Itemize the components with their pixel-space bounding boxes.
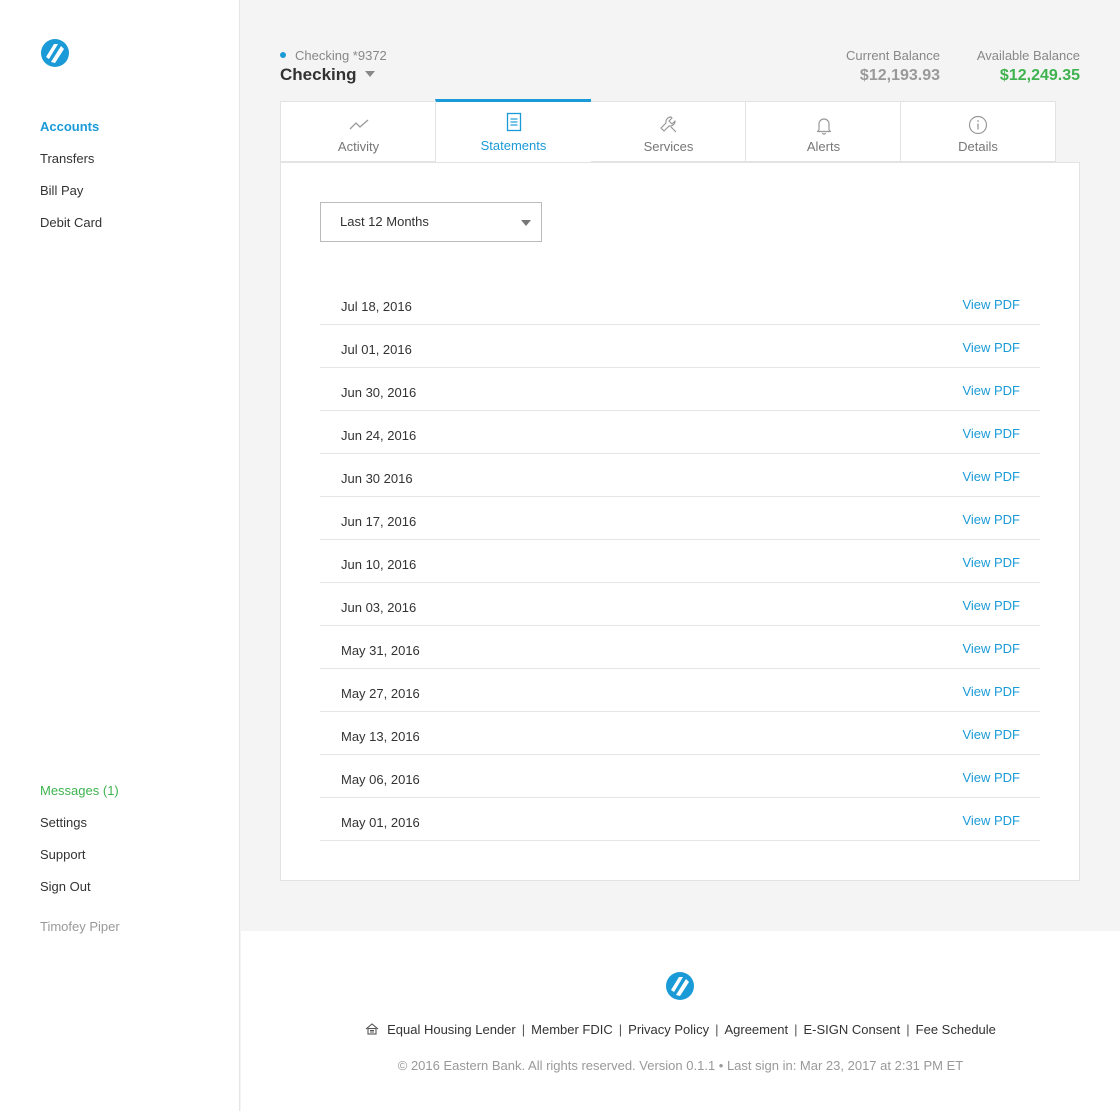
- statements-panel: Last 12 Months Jul 18, 2016 View PDF Jul …: [280, 162, 1080, 881]
- sidebar-item-settings[interactable]: Settings: [40, 815, 87, 831]
- chevron-down-icon: [521, 220, 531, 226]
- sidebar: Accounts Transfers Bill Pay Debit Card M…: [0, 0, 240, 1111]
- view-pdf-link[interactable]: View PDF: [962, 770, 1020, 786]
- tab-activity-label: Activity: [337, 139, 380, 154]
- view-pdf-link[interactable]: View PDF: [962, 727, 1020, 743]
- statement-date: Jun 24, 2016: [341, 428, 417, 443]
- table-row: May 31, 2016 View PDF: [320, 626, 1040, 669]
- tab-alerts[interactable]: Alerts: [745, 101, 901, 162]
- user-name: Timofey Piper: [40, 919, 120, 934]
- footer-link-privacy-policy[interactable]: Privacy Policy: [628, 1022, 709, 1037]
- footer-link-agreement[interactable]: Agreement: [724, 1022, 788, 1037]
- statement-list: Jul 18, 2016 View PDF Jul 01, 2016 View PD…: [320, 282, 1040, 841]
- footer-separator: |: [618, 1022, 623, 1037]
- tab-statements-label: Statements: [480, 138, 547, 153]
- info-icon: [968, 115, 988, 135]
- view-pdf-link[interactable]: View PDF: [962, 813, 1020, 829]
- footer-links: Equal Housing Lender | Member FDIC | Privacy…: [241, 1022, 1120, 1038]
- view-pdf-link[interactable]: View PDF: [962, 555, 1020, 571]
- view-pdf-link[interactable]: View PDF: [962, 641, 1020, 657]
- available-balance-value: $12,249.35: [999, 67, 1080, 84]
- view-pdf-link[interactable]: View PDF: [962, 469, 1020, 485]
- sidebar-item-debit-card[interactable]: Debit Card: [40, 215, 102, 231]
- sidebar-item-support[interactable]: Support: [40, 847, 86, 863]
- account-subtitle: Checking *9372: [280, 48, 387, 64]
- footer: Equal Housing Lender | Member FDIC | Privacy…: [241, 931, 1120, 1111]
- view-pdf-link[interactable]: View PDF: [962, 297, 1020, 313]
- statement-date: May 27, 2016: [341, 686, 420, 701]
- copyright-text: © 2016 Eastern Bank. All rights reserved…: [397, 1058, 964, 1073]
- view-pdf-link[interactable]: View PDF: [962, 598, 1020, 614]
- footer-separator: |: [715, 1022, 719, 1037]
- table-row: May 13, 2016 View PDF: [320, 712, 1040, 755]
- eastern-bank-logo-icon: [666, 972, 694, 1000]
- statement-date: Jul 18, 2016: [341, 299, 412, 314]
- table-row: Jun 10, 2016 View PDF: [320, 540, 1040, 583]
- bell-icon: [816, 118, 831, 135]
- statement-date: May 06, 2016: [341, 772, 420, 787]
- account-title: Checking: [280, 65, 357, 84]
- statement-period-value: Last 12 Months: [340, 214, 429, 229]
- available-balance-label: Available Balance: [976, 48, 1080, 63]
- statement-date: Jun 17, 2016: [341, 514, 417, 529]
- footer-separator: |: [906, 1022, 910, 1037]
- view-pdf-link[interactable]: View PDF: [962, 383, 1020, 399]
- table-row: Jul 01, 2016 View PDF: [320, 325, 1040, 368]
- current-balance-value: $12,193.93: [859, 67, 940, 84]
- sidebar-item-sign-out[interactable]: Sign Out: [40, 879, 91, 895]
- table-row: Jun 03, 2016 View PDF: [320, 583, 1040, 626]
- current-balance-label: Current Balance: [846, 48, 940, 63]
- equal-housing-icon: [365, 1023, 379, 1035]
- tab-details[interactable]: Details: [900, 101, 1056, 162]
- footer-link-esign-consent[interactable]: E-SIGN Consent: [803, 1022, 900, 1037]
- tab-services[interactable]: Services: [590, 101, 746, 162]
- table-row: Jun 17, 2016 View PDF: [320, 497, 1040, 540]
- account-selector[interactable]: Checking: [280, 65, 375, 85]
- statement-date: May 13, 2016: [341, 729, 420, 744]
- table-row: May 27, 2016 View PDF: [320, 669, 1040, 712]
- statement-date: May 01, 2016: [341, 815, 420, 830]
- sidebar-item-accounts[interactable]: Accounts: [40, 119, 99, 135]
- eastern-bank-logo-icon[interactable]: [40, 38, 70, 68]
- table-row: Jun 24, 2016 View PDF: [320, 411, 1040, 454]
- tab-details-label: Details: [958, 139, 998, 154]
- table-row: Jun 30, 2016 View PDF: [320, 368, 1040, 411]
- account-number-label: Checking *9372: [295, 48, 387, 63]
- sidebar-item-transfers[interactable]: Transfers: [40, 151, 94, 167]
- statement-date: May 31, 2016: [341, 643, 420, 658]
- wrench-icon: [659, 116, 676, 133]
- statement-date: Jul 01, 2016: [341, 342, 412, 357]
- footer-link-equal-housing-lender[interactable]: Equal Housing Lender: [387, 1022, 516, 1037]
- view-pdf-link[interactable]: View PDF: [962, 512, 1020, 528]
- table-row: May 01, 2016 View PDF: [320, 798, 1040, 841]
- tab-statements[interactable]: Statements: [435, 99, 591, 162]
- account-status-dot: [280, 52, 286, 58]
- table-row: Jul 18, 2016 View PDF: [320, 282, 1040, 325]
- caret-down-icon: [364, 71, 375, 77]
- table-row: Jun 30 2016 View PDF: [320, 454, 1040, 497]
- tab-activity[interactable]: Activity: [280, 101, 436, 162]
- view-pdf-link[interactable]: View PDF: [962, 684, 1020, 700]
- document-icon: [506, 112, 521, 132]
- tab-alerts-label: Alerts: [806, 139, 841, 154]
- activity-chart-icon: [349, 119, 368, 130]
- statement-date: Jun 03, 2016: [341, 600, 417, 615]
- footer-separator: |: [521, 1022, 526, 1037]
- statement-period-select[interactable]: Last 12 Months: [320, 202, 542, 242]
- view-pdf-link[interactable]: View PDF: [962, 426, 1020, 442]
- statement-date: Jun 30, 2016: [341, 385, 417, 400]
- sidebar-item-bill-pay[interactable]: Bill Pay: [40, 183, 83, 199]
- view-pdf-link[interactable]: View PDF: [962, 340, 1020, 356]
- statement-date: Jun 30 2016: [341, 471, 413, 486]
- footer-link-fee-schedule[interactable]: Fee Schedule: [916, 1022, 996, 1037]
- footer-separator: |: [794, 1022, 798, 1037]
- footer-link-member-fdic[interactable]: Member FDIC: [531, 1022, 613, 1037]
- sidebar-item-messages[interactable]: Messages (1): [40, 783, 119, 799]
- table-row: May 06, 2016 View PDF: [320, 755, 1040, 798]
- tab-services-label: Services: [643, 139, 694, 154]
- statement-date: Jun 10, 2016: [341, 557, 417, 572]
